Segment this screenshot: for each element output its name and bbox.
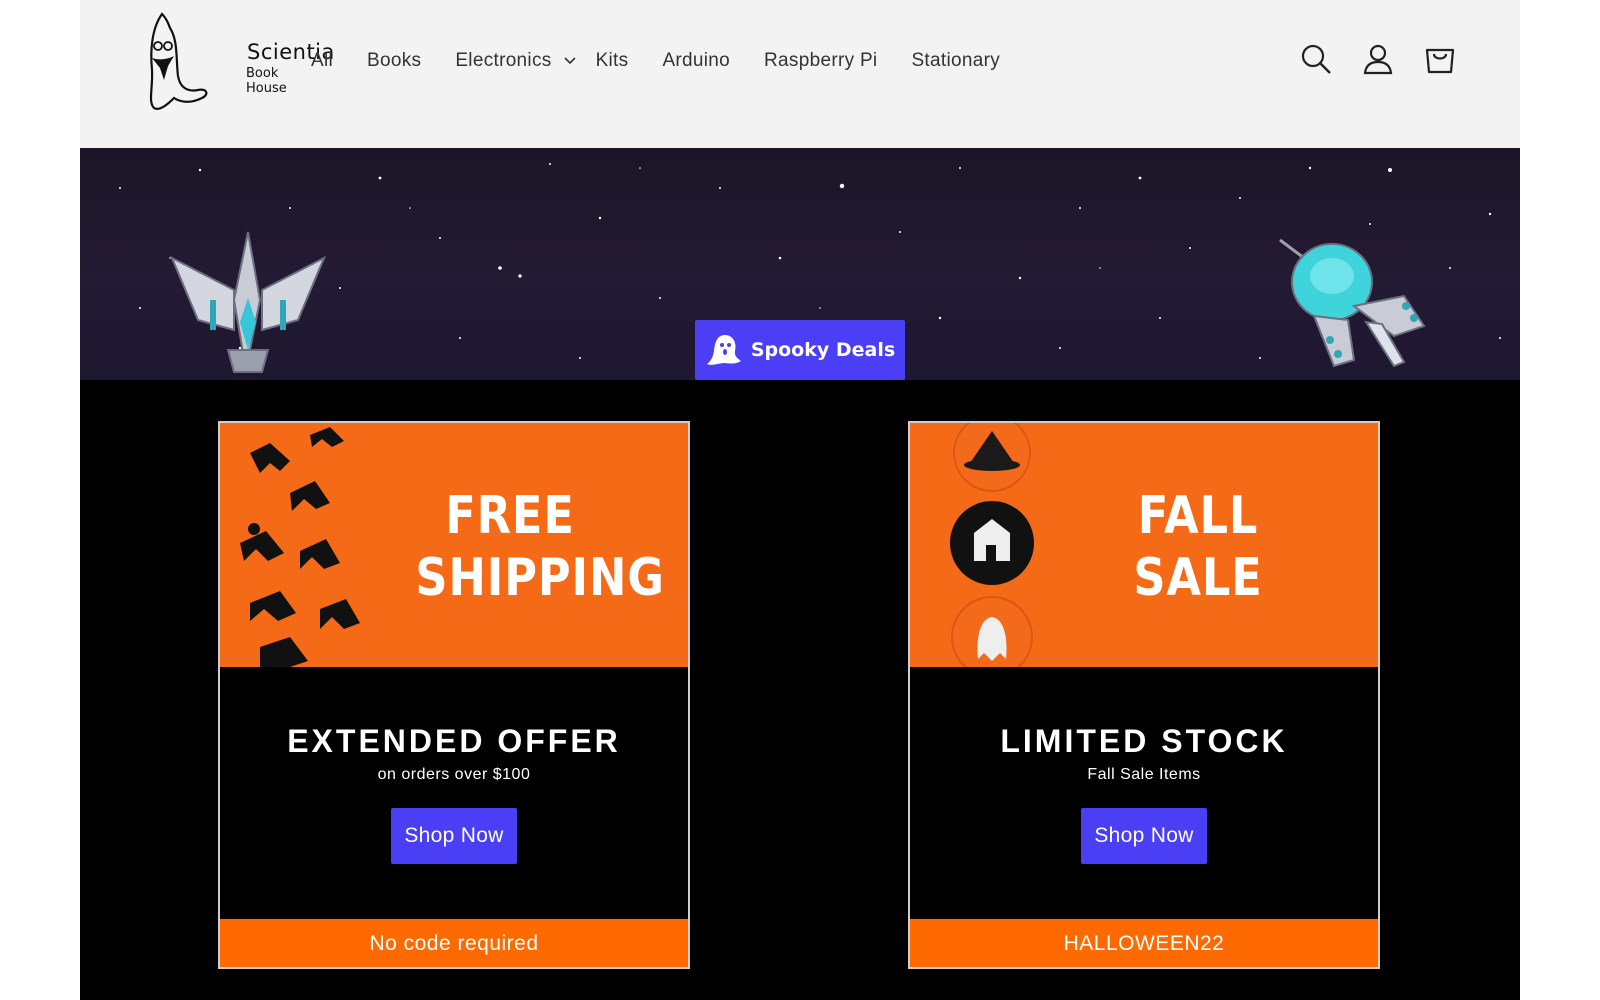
ghost-icon: [706, 335, 741, 365]
site-header: Scientia Book House All Books Electronic…: [80, 0, 1520, 148]
bats-decoration: [240, 427, 360, 667]
search-button[interactable]: [1299, 42, 1333, 76]
account-icon: [1363, 44, 1393, 75]
promo-card-fall-sale: FALL SALE LIMITED STOCK Fall Sale Items …: [908, 421, 1380, 969]
promo-image-free-shipping: FREE SHIPPING: [220, 423, 688, 667]
promo-image-headline: FALL SALE: [1103, 485, 1292, 609]
nav-item-label: Stationary: [911, 50, 1000, 71]
spaceship-illustration: [170, 231, 326, 373]
nav-item-label: Kits: [595, 50, 629, 71]
nav-item-label: Raspberry Pi: [764, 50, 878, 71]
spooky-deals-button[interactable]: Spooky Deals: [695, 320, 905, 380]
nav-item-electronics[interactable]: Electronics: [455, 50, 576, 72]
image-text-line: FALL: [1137, 486, 1259, 546]
card-subtitle: Fall Sale Items: [1087, 766, 1201, 783]
nav-item-kits[interactable]: Kits: [596, 50, 629, 72]
account-button[interactable]: [1361, 42, 1395, 76]
nav-item-label: All: [311, 50, 334, 71]
image-text-line: SHIPPING: [415, 548, 665, 608]
ghost-logo-icon: [149, 12, 208, 110]
chevron-down-icon: [563, 57, 576, 65]
cupcakes-decoration: [950, 423, 1034, 667]
nav-item-label: Arduino: [662, 50, 731, 71]
nav-item-label: Books: [367, 50, 422, 71]
card-title: EXTENDED OFFER: [287, 723, 621, 759]
rocket-illustration: [1279, 238, 1426, 368]
main-nav: All Books Electronics Kits Arduino Raspb…: [311, 44, 1034, 78]
card-footer: HALLOWEEN22: [910, 919, 1378, 967]
promo-card-free-shipping: FREE SHIPPING EXTENDED OFFER on orders o…: [218, 421, 690, 969]
nav-item-books[interactable]: Books: [367, 50, 421, 72]
page: Scientia Book House All Books Electronic…: [80, 0, 1520, 1000]
promo-image-fall-sale: FALL SALE: [910, 423, 1378, 667]
shop-now-button[interactable]: Shop Now: [391, 808, 517, 864]
cart-button[interactable]: [1423, 42, 1457, 76]
spooky-deals-label: Spooky Deals: [750, 339, 896, 361]
card-subtitle: on orders over $100: [377, 766, 531, 783]
image-text-line: FREE: [445, 486, 575, 546]
promo-image-headline: FREE SHIPPING: [415, 485, 665, 609]
nav-item-label: Electronics: [455, 50, 552, 71]
image-text-line: SALE: [1133, 548, 1263, 608]
nav-item-arduino[interactable]: Arduino: [662, 50, 730, 72]
brand-subtitle: Book House: [246, 66, 287, 96]
search-icon: [1301, 44, 1331, 74]
card-footer: No code required: [220, 919, 688, 967]
card-title: LIMITED STOCK: [1000, 723, 1288, 759]
nav-item-stationary[interactable]: Stationary: [911, 50, 1000, 72]
nav-item-raspberry-pi[interactable]: Raspberry Pi: [764, 50, 877, 72]
cart-icon: [1425, 48, 1455, 74]
shop-now-button[interactable]: Shop Now: [1081, 808, 1207, 864]
nav-item-all[interactable]: All: [311, 50, 333, 72]
store-logo[interactable]: Scientia Book House: [144, 10, 334, 112]
